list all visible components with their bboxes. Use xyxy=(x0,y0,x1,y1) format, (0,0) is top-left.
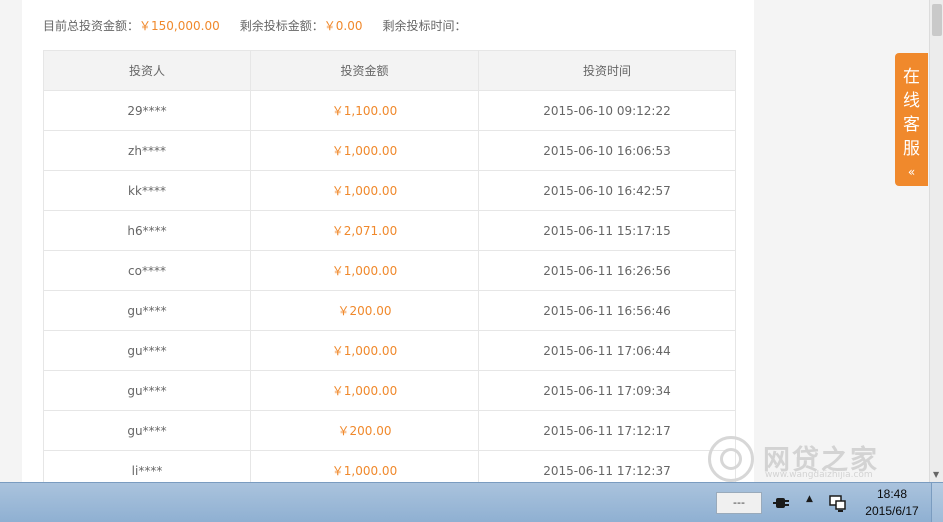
amount-cell: ￥1,000.00 xyxy=(250,330,479,371)
amount-cell: ￥1,000.00 xyxy=(250,370,479,411)
show-desktop-button[interactable] xyxy=(931,483,943,522)
time-cell: 2015-06-11 17:09:34 xyxy=(478,370,736,411)
amount-cell: ￥1,000.00 xyxy=(250,450,479,482)
column-header-amount: 投资金额 xyxy=(250,50,479,91)
scrollbar-thumb[interactable] xyxy=(932,4,942,36)
scroll-down-arrow-icon[interactable]: ▼ xyxy=(933,471,939,479)
service-tab-char: 在 xyxy=(903,67,920,87)
clock-date: 2015/6/17 xyxy=(865,504,919,518)
table-row: h6**** ￥2,071.00 2015-06-11 15:17:15 xyxy=(43,210,736,251)
time-cell: 2015-06-11 16:56:46 xyxy=(478,290,736,331)
time-cell: 2015-06-10 16:06:53 xyxy=(478,130,736,171)
time-cell: 2015-06-11 17:06:44 xyxy=(478,330,736,371)
time-cell: 2015-06-11 15:17:15 xyxy=(478,210,736,251)
column-header-investor: 投资人 xyxy=(43,50,251,91)
table-row: gu**** ￥1,000.00 2015-06-11 17:09:34 xyxy=(43,370,736,411)
total-invest-label: 目前总投资金额： xyxy=(43,19,140,33)
investor-cell: 29**** xyxy=(43,90,251,131)
remaining-time-label: 剩余投标时间： xyxy=(382,19,467,33)
investor-cell: co**** xyxy=(43,250,251,291)
time-cell: 2015-06-11 17:12:17 xyxy=(478,410,736,451)
service-tab-char: 客 xyxy=(903,115,920,135)
vertical-scrollbar[interactable]: ▼ xyxy=(929,0,943,482)
amount-cell: ￥200.00 xyxy=(250,290,479,331)
table-row: li**** ￥1,000.00 2015-06-11 17:12:37 xyxy=(43,450,736,482)
battery-indicator[interactable]: --- xyxy=(716,492,762,514)
table-row: gu**** ￥1,000.00 2015-06-11 17:06:44 xyxy=(43,330,736,371)
amount-cell: ￥1,000.00 xyxy=(250,170,479,211)
network-icon[interactable] xyxy=(828,493,848,513)
page-left-gutter xyxy=(0,0,22,482)
service-tab-char: 服 xyxy=(903,139,920,159)
invest-summary: 目前总投资金额：￥150,000.00 剩余投标金额：￥0.00 剩余投标时间： xyxy=(43,17,467,34)
table-header-row: 投资人 投资金额 投资时间 xyxy=(43,50,736,91)
system-clock[interactable]: 18:48 2015/6/17 xyxy=(856,486,928,520)
time-cell: 2015-06-10 09:12:22 xyxy=(478,90,736,131)
investor-cell: gu**** xyxy=(43,370,251,411)
investor-cell: h6**** xyxy=(43,210,251,251)
table-row: gu**** ￥200.00 2015-06-11 16:56:46 xyxy=(43,290,736,331)
clock-time: 18:48 xyxy=(876,487,908,501)
investor-cell: gu**** xyxy=(43,330,251,371)
investor-cell: li**** xyxy=(43,450,251,482)
tray-expand-icon[interactable]: ▲ xyxy=(806,494,813,504)
chevron-left-double-icon: « xyxy=(907,165,916,179)
invest-record-panel: 目前总投资金额：￥150,000.00 剩余投标金额：￥0.00 剩余投标时间： 投… xyxy=(22,0,754,482)
power-plug-icon[interactable] xyxy=(772,493,792,513)
online-service-tab[interactable]: 在 线 客 服 « xyxy=(895,53,928,186)
remaining-amount-label: 剩余投标金额： xyxy=(239,19,324,33)
amount-cell: ￥200.00 xyxy=(250,410,479,451)
table-row: 29**** ￥1,100.00 2015-06-10 09:12:22 xyxy=(43,90,736,131)
investor-cell: gu**** xyxy=(43,410,251,451)
time-cell: 2015-06-11 16:26:56 xyxy=(478,250,736,291)
service-tab-char: 线 xyxy=(903,91,920,111)
windows-taskbar: --- ▲ 18:48 2015/6/17 xyxy=(0,482,943,522)
total-invest-value: ￥150,000.00 xyxy=(139,19,220,33)
table-row: zh**** ￥1,000.00 2015-06-10 16:06:53 xyxy=(43,130,736,171)
table-row: gu**** ￥200.00 2015-06-11 17:12:17 xyxy=(43,410,736,451)
amount-cell: ￥1,100.00 xyxy=(250,90,479,131)
amount-cell: ￥1,000.00 xyxy=(250,130,479,171)
table-row: kk**** ￥1,000.00 2015-06-10 16:42:57 xyxy=(43,170,736,211)
invest-records-table: 投资人 投资金额 投资时间 29**** ￥1,100.00 2015-06-1… xyxy=(43,50,736,482)
investor-cell: gu**** xyxy=(43,290,251,331)
time-cell: 2015-06-10 16:42:57 xyxy=(478,170,736,211)
investor-cell: kk**** xyxy=(43,170,251,211)
investor-cell: zh**** xyxy=(43,130,251,171)
amount-cell: ￥1,000.00 xyxy=(250,250,479,291)
time-cell: 2015-06-11 17:12:37 xyxy=(478,450,736,482)
remaining-amount-value: ￥0.00 xyxy=(323,19,363,33)
table-row: co**** ￥1,000.00 2015-06-11 16:26:56 xyxy=(43,250,736,291)
column-header-time: 投资时间 xyxy=(478,50,736,91)
amount-cell: ￥2,071.00 xyxy=(250,210,479,251)
